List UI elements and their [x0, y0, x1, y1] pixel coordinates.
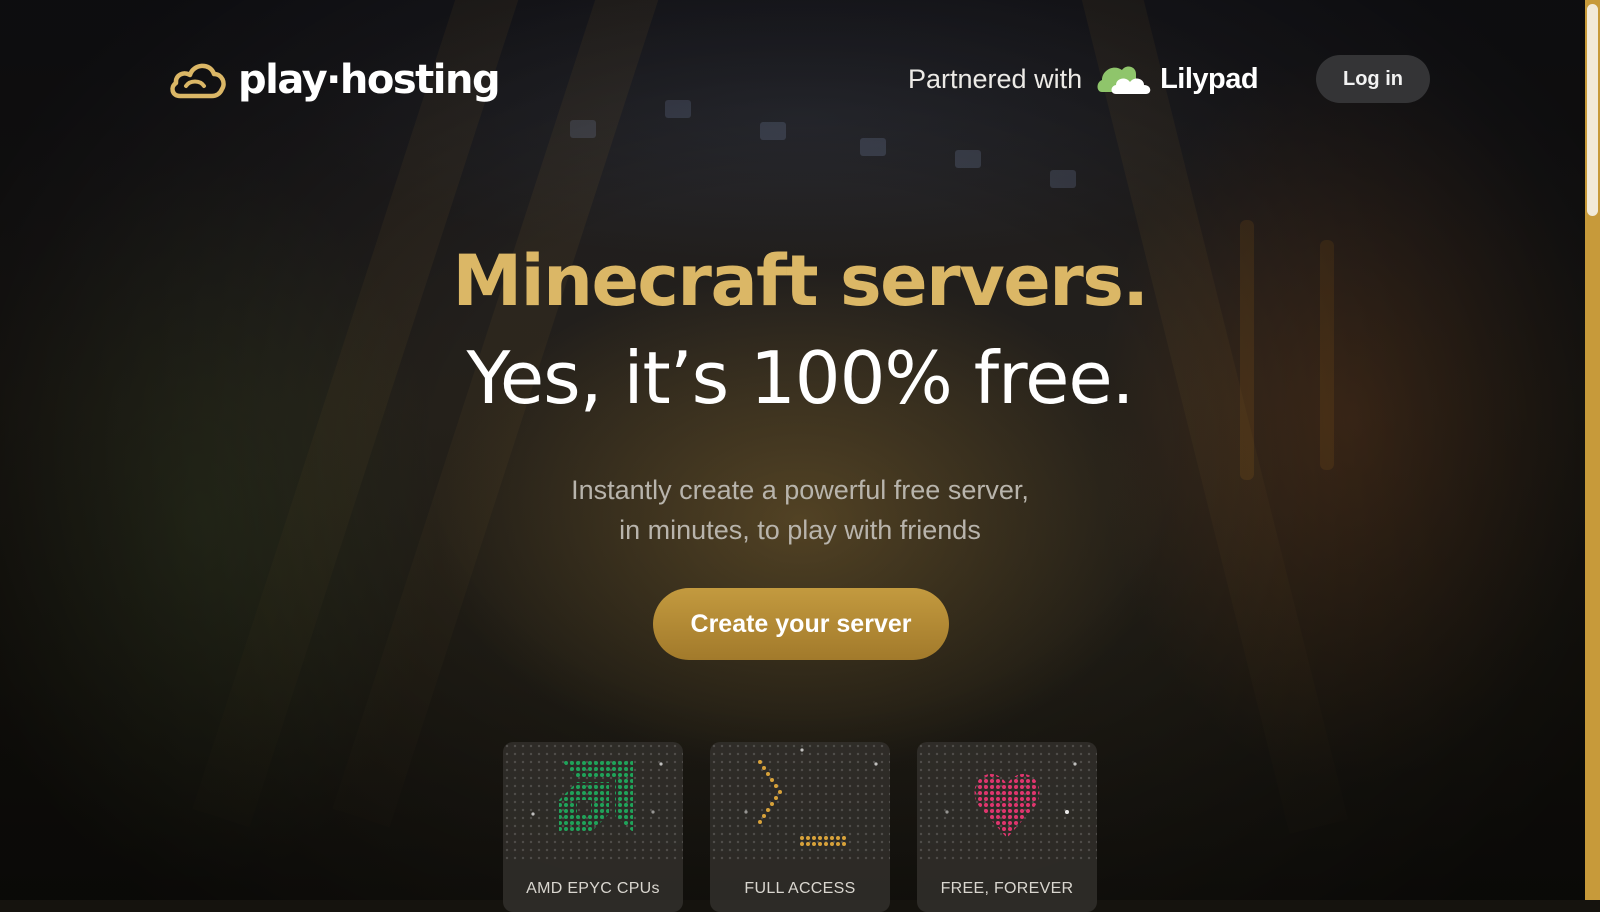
partner-label: Partnered with	[908, 63, 1083, 94]
scrollbar-thumb[interactable]	[1587, 4, 1598, 216]
terminal-prompt-icon	[744, 748, 878, 846]
hero-subtitle: Instantly create a powerful free server,…	[0, 470, 1600, 550]
subtitle-line-2: in minutes, to play with friends	[619, 515, 981, 545]
headline-primary: Minecraft servers.	[452, 240, 1149, 322]
brand-logo[interactable]: play·hosting	[168, 56, 501, 104]
feature-card-amd: AMD EPYC CPUs	[503, 742, 683, 912]
partner-badge[interactable]: Partnered with Lilypad	[908, 58, 1259, 100]
login-button[interactable]: Log in	[1316, 55, 1430, 103]
partner-name: Lilypad	[1160, 62, 1259, 95]
feature-label-amd: AMD EPYC CPUs	[526, 880, 660, 897]
create-server-button[interactable]: Create your server	[653, 588, 949, 660]
subtitle-line-1: Instantly create a powerful free server,	[571, 475, 1029, 505]
feature-art-access	[710, 742, 890, 860]
feature-art-amd	[503, 742, 683, 860]
lilypad-logo: Lilypad	[1096, 58, 1259, 100]
headline-secondary: Yes, it’s 100% free.	[466, 336, 1134, 420]
feature-label-free: FREE, FOREVER	[940, 880, 1074, 897]
feature-card-access: FULL ACCESS	[710, 742, 890, 912]
amd-logo-icon	[531, 760, 663, 832]
feature-label-access: FULL ACCESS	[744, 880, 856, 897]
feature-card-free: FREE, FOREVER	[917, 742, 1097, 912]
heart-icon	[945, 762, 1077, 838]
brand-name: play·hosting	[238, 57, 501, 103]
cloud-logo-icon	[168, 56, 226, 104]
feature-art-free	[917, 742, 1097, 860]
lilypad-cloud-icon	[1096, 58, 1154, 100]
